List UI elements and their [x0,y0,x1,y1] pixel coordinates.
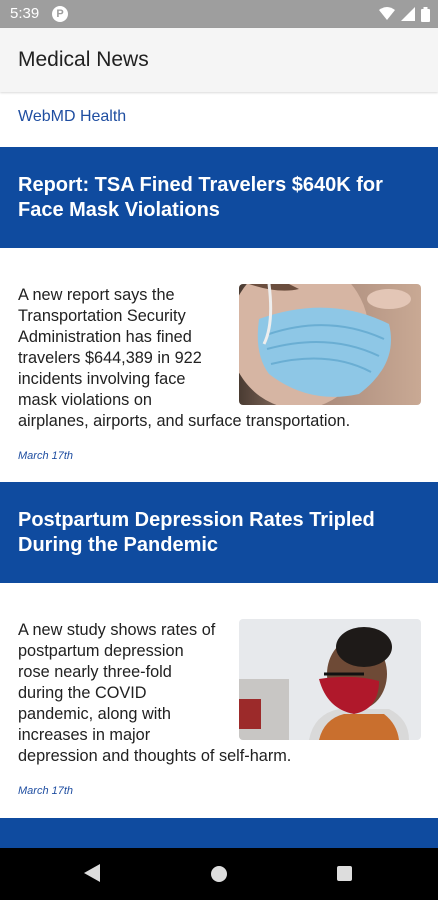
article-header[interactable]: Report: TSA Fined Travelers $640K for Fa… [0,147,438,248]
article-summary-tail: depression and thoughts of self-harm. [18,747,292,765]
article-date: March 17th [18,785,74,797]
status-time: 5:39 [10,5,40,22]
article-summary: A new report says the Transportation Sec… [18,286,202,409]
article-card[interactable]: Report: TSA Fined Travelers $640K for Fa… [0,147,438,482]
back-icon[interactable] [84,864,100,882]
status-icons [379,6,430,22]
status-bar: 5:39 P [0,0,438,28]
next-article-header[interactable] [0,818,438,848]
article-thumbnail[interactable] [239,284,421,405]
home-icon[interactable] [211,866,227,882]
article-date: March 17th [18,450,74,462]
source-link[interactable]: WebMD Health [18,108,126,126]
app-title: Medical News [18,48,149,71]
article-body[interactable]: A new study shows rates of postpartum de… [0,583,438,818]
article-summary-tail: airplanes, airports, and surface transpo… [18,412,351,430]
wifi-icon [379,7,395,20]
notification-app-icon: P [52,6,68,22]
article-title[interactable]: Report: TSA Fined Travelers $640K for Fa… [18,173,418,223]
article-thumbnail[interactable] [239,619,421,740]
article-summary: A new study shows rates of postpartum de… [18,621,216,744]
recents-icon[interactable] [337,866,352,881]
battery-icon [421,6,430,22]
app-bar: Medical News [0,28,438,92]
article-card[interactable]: Postpartum Depression Rates Tripled Duri… [0,482,438,818]
signal-icon [401,7,415,21]
article-header[interactable]: Postpartum Depression Rates Tripled Duri… [0,482,438,583]
system-nav-bar [0,848,438,900]
article-title[interactable]: Postpartum Depression Rates Tripled Duri… [18,508,418,558]
article-body[interactable]: A new report says the Transportation Sec… [0,248,438,482]
